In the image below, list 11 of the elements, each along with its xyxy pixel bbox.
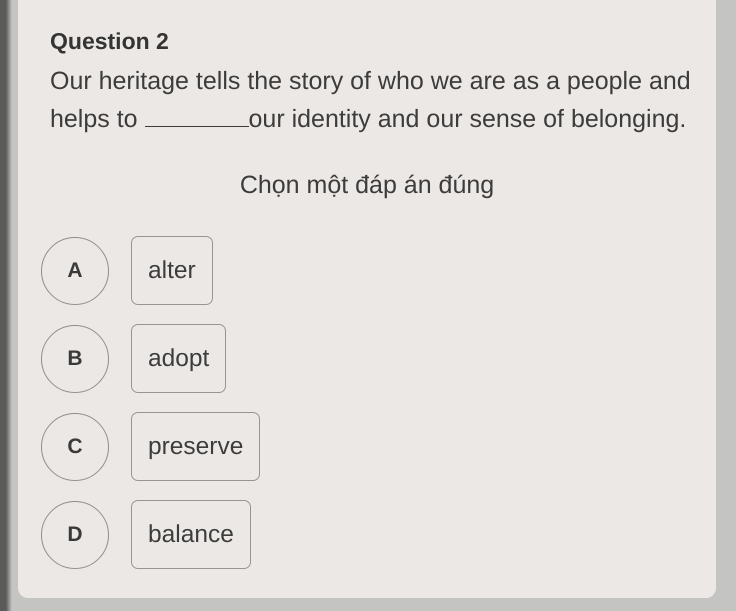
instruction-text: Chọn một đáp án đúng <box>238 170 496 200</box>
answer-option-button[interactable]: alter <box>131 236 213 305</box>
option-letter-button[interactable]: A <box>41 236 109 304</box>
option-letter-button[interactable]: C <box>41 412 109 480</box>
answer-option-button[interactable]: preserve <box>131 412 260 481</box>
answer-option-button[interactable]: balance <box>131 500 251 569</box>
answer-option-button[interactable]: adopt <box>131 324 226 393</box>
option-letter-button[interactable]: D <box>41 500 109 568</box>
option-letter-button[interactable]: B <box>41 324 109 392</box>
question-text: Our heritage tells the story of who we are as a people and helps to our identity and our sense of belonging. <box>50 66 692 135</box>
question-title: Question 2 <box>50 28 170 54</box>
